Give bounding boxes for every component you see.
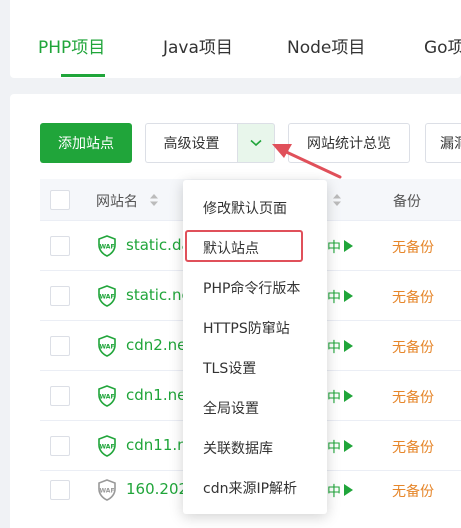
svg-text:WAF: WAF (99, 244, 114, 251)
tab-go[interactable]: Go项目 (424, 33, 461, 58)
backup-status[interactable]: 无备份 (392, 337, 434, 357)
project-tabs: PHP项目 Java项目 Node项目 Go项目 (10, 0, 461, 78)
site-status[interactable]: 中 (327, 237, 341, 257)
svg-text:WAF: WAF (99, 488, 114, 495)
play-icon[interactable] (343, 390, 353, 402)
chevron-down-icon (250, 139, 262, 147)
row-checkbox[interactable] (50, 336, 70, 356)
column-header-site[interactable]: 网站名 (96, 191, 138, 211)
tab-java[interactable]: Java项目 (163, 33, 233, 58)
advanced-settings-button[interactable]: 高级设置 (145, 123, 237, 163)
row-checkbox[interactable] (50, 386, 70, 406)
waf-shield-icon: WAF (98, 285, 116, 307)
play-icon[interactable] (343, 440, 353, 452)
site-status[interactable]: 中 (327, 387, 341, 407)
site-link[interactable]: cdn2.ne (126, 336, 186, 354)
tab-php[interactable]: PHP项目 (38, 33, 105, 58)
site-status[interactable]: 中 (327, 481, 341, 501)
menu-item-linked-database[interactable]: 关联数据库 (203, 438, 273, 458)
site-link[interactable]: static.da (126, 236, 191, 254)
active-tab-indicator (61, 74, 105, 77)
play-icon[interactable] (343, 240, 353, 252)
waf-shield-icon: WAF (98, 435, 116, 457)
backup-status[interactable]: 无备份 (392, 481, 434, 501)
row-checkbox[interactable] (50, 286, 70, 306)
play-icon[interactable] (343, 290, 353, 302)
menu-item-tls-settings[interactable]: TLS设置 (203, 358, 256, 378)
svg-text:WAF: WAF (99, 344, 114, 351)
waf-shield-icon: WAF (98, 235, 116, 257)
site-link[interactable]: cdn11.n (126, 436, 187, 454)
menu-item-global-settings[interactable]: 全局设置 (203, 398, 259, 418)
select-all-checkbox[interactable] (50, 190, 70, 210)
backup-status[interactable]: 无备份 (392, 437, 434, 457)
svg-text:WAF: WAF (99, 294, 114, 301)
sort-icon[interactable] (332, 193, 342, 207)
menu-item-default-page[interactable]: 修改默认页面 (203, 198, 287, 218)
menu-item-cdn-source-ip[interactable]: cdn来源IP解析 (203, 478, 297, 498)
row-checkbox[interactable] (50, 236, 70, 256)
svg-text:WAF: WAF (99, 394, 114, 401)
site-status[interactable]: 中 (327, 287, 341, 307)
column-header-backup: 备份 (393, 194, 421, 210)
svg-text:WAF: WAF (99, 444, 114, 451)
sort-icon[interactable] (149, 193, 159, 207)
site-status[interactable]: 中 (327, 337, 341, 357)
site-link[interactable]: cdn1.ne (126, 386, 186, 404)
waf-shield-icon: WAF (98, 479, 116, 501)
waf-shield-icon: WAF (98, 385, 116, 407)
menu-item-https-anti-hijack[interactable]: HTTPS防窜站 (203, 318, 290, 338)
menu-item-php-cli-version[interactable]: PHP命令行版本 (203, 278, 300, 298)
row-checkbox[interactable] (50, 436, 70, 456)
row-checkbox[interactable] (50, 480, 70, 500)
tab-node[interactable]: Node项目 (287, 33, 365, 58)
advanced-settings-dropdown-toggle[interactable] (237, 123, 275, 163)
site-link[interactable]: static.ne (126, 286, 191, 304)
vulnerability-button[interactable]: 漏洞 (425, 123, 461, 163)
site-status[interactable]: 中 (327, 437, 341, 457)
backup-status[interactable]: 无备份 (392, 387, 434, 407)
play-icon[interactable] (343, 484, 353, 496)
waf-shield-icon: WAF (98, 335, 116, 357)
site-link[interactable]: 160.202 (126, 480, 188, 498)
backup-status[interactable]: 无备份 (392, 287, 434, 307)
play-icon[interactable] (343, 340, 353, 352)
backup-status[interactable]: 无备份 (392, 237, 434, 257)
add-site-button[interactable]: 添加站点 (40, 123, 132, 163)
site-stats-button[interactable]: 网站统计总览 (288, 123, 410, 163)
highlight-box (185, 230, 303, 262)
